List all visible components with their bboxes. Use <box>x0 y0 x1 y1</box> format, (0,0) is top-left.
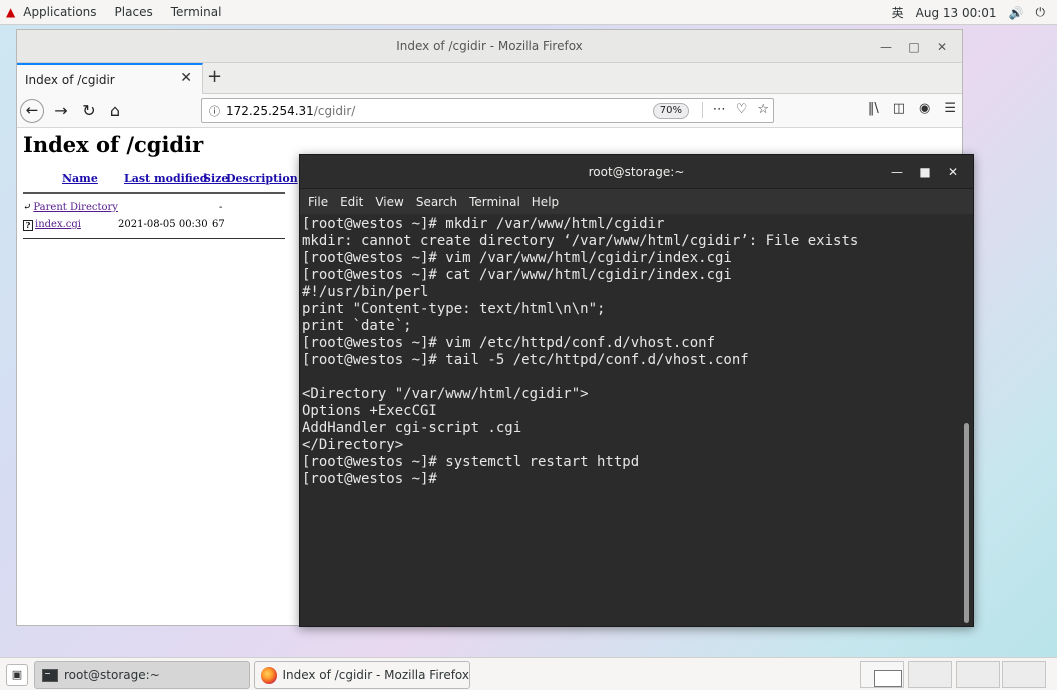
terminal-window-title: root@storage:~ <box>588 164 685 179</box>
terminal-icon <box>42 668 58 682</box>
unknown-file-icon: ? <box>23 220 33 231</box>
library-icon[interactable]: ‖\ <box>868 101 879 116</box>
close-button[interactable]: ✕ <box>939 165 967 179</box>
terminal-menubar: File Edit View Search Terminal Help <box>300 189 973 214</box>
account-icon[interactable]: ◉ <box>919 101 930 116</box>
gnome-top-bar: ▲ Applications Places Terminal 英 Aug 13 … <box>0 0 1057 25</box>
terminal-line: mkdir: cannot create directory ‘/var/www… <box>302 233 859 249</box>
taskbar-terminal-label: root@storage:~ <box>64 668 160 682</box>
bookmark-star-icon[interactable]: ☆ <box>757 102 769 118</box>
taskbar-terminal-button[interactable]: root@storage:~ <box>34 661 250 689</box>
places-menu[interactable]: Places <box>109 5 159 19</box>
index-cgi-link[interactable]: index.cgi <box>35 219 81 230</box>
workspace-2[interactable] <box>908 661 952 688</box>
terminal-line: </Directory> <box>302 437 404 453</box>
table-rule-bottom <box>23 238 285 239</box>
bottom-taskbar: ▣ root@storage:~ Index of /cgidir - Mozi… <box>0 657 1057 690</box>
menu-view[interactable]: View <box>375 195 403 209</box>
minimize-button[interactable]: — <box>872 40 900 54</box>
back-folder-icon: ⤶ <box>23 202 32 213</box>
menu-terminal[interactable]: Terminal <box>469 195 520 209</box>
clock[interactable]: Aug 13 00:01 <box>916 6 997 20</box>
terminal-line: AddHandler cgi-script .cgi <box>302 420 522 436</box>
terminal-titlebar[interactable]: root@storage:~ — ■ ✕ <box>300 155 973 189</box>
terminal-line: [root@westos ~]# systemctl restart httpd <box>302 454 640 470</box>
new-tab-button[interactable]: + <box>207 66 222 87</box>
terminal-output[interactable]: [root@westos ~]# mkdir /var/www/html/cgi… <box>300 215 961 626</box>
terminal-line: [root@westos ~]# cat /var/www/html/cgidi… <box>302 267 732 283</box>
redhat-icon: ▲ <box>6 5 16 19</box>
firefox-icon <box>261 666 278 684</box>
terminal-window: root@storage:~ — ■ ✕ File Edit View Sear… <box>299 154 974 627</box>
terminal-line: [root@westos ~]# mkdir /var/www/html/cgi… <box>302 216 665 232</box>
menu-file[interactable]: File <box>308 195 328 209</box>
table-rule-top <box>23 192 285 194</box>
tab-title: Index of /cgidir <box>25 72 115 87</box>
page-actions-icon[interactable]: ⋯ <box>713 102 726 118</box>
tab-bar: Index of /cgidir ✕ + <box>17 63 962 94</box>
terminal-app-menu[interactable]: Terminal <box>165 5 228 19</box>
back-button[interactable]: ← <box>20 99 44 123</box>
taskbar-firefox-button[interactable]: Index of /cgidir - Mozilla Firefox <box>254 661 470 689</box>
workspace-3[interactable] <box>956 661 1000 688</box>
minimize-button[interactable]: — <box>883 165 911 179</box>
volume-icon[interactable]: 🔊 <box>1009 6 1024 20</box>
power-icon[interactable]: ⏻ <box>1036 5 1046 20</box>
terminal-line: [root@westos ~]# tail -5 /etc/httpd/conf… <box>302 352 749 368</box>
terminal-scrollbar[interactable] <box>964 423 969 623</box>
terminal-line: [root@westos ~]# vim /var/www/html/cgidi… <box>302 250 732 266</box>
pocket-icon[interactable]: ♡ <box>736 102 748 118</box>
applications-menu[interactable]: Applications <box>17 5 102 19</box>
page-title: Index of /cgidir <box>23 132 204 157</box>
url-bar[interactable]: ⓘ 172.25.254.31/cgidir/ 70% ⋯ ♡ ☆ <box>201 98 774 123</box>
column-size[interactable]: Size <box>203 172 228 185</box>
column-name[interactable]: Name <box>62 172 98 185</box>
terminal-line: print `date`; <box>302 318 412 334</box>
parent-directory-link[interactable]: Parent Directory <box>33 202 118 213</box>
terminal-line: <Directory "/var/www/html/cgidir"> <box>302 386 589 402</box>
terminal-line: #!/usr/bin/perl <box>302 284 429 300</box>
show-desktop-button[interactable]: ▣ <box>6 664 28 686</box>
reload-button[interactable]: ↻ <box>79 99 99 123</box>
size-cell: 67 <box>212 219 225 230</box>
navigation-toolbar: ← → ↻ ⌂ ⓘ 172.25.254.31/cgidir/ 70% ⋯ ♡ … <box>17 94 962 128</box>
terminal-line: print "Content-type: text/html\n\n"; <box>302 301 606 317</box>
column-description[interactable]: Description <box>226 172 298 185</box>
terminal-line: [root@westos ~]# vim /etc/httpd/conf.d/v… <box>302 335 716 351</box>
home-button[interactable]: ⌂ <box>105 99 125 123</box>
column-last-modified[interactable]: Last modified <box>124 172 208 185</box>
menu-search[interactable]: Search <box>416 195 457 209</box>
workspace-1[interactable] <box>860 661 904 688</box>
terminal-line: [root@westos ~]# <box>302 471 437 487</box>
input-method-indicator[interactable]: 英 <box>892 4 904 21</box>
modified-cell: 2021-08-05 00:30 <box>118 219 208 230</box>
maximize-button[interactable]: ■ <box>911 165 939 179</box>
site-info-icon[interactable]: ⓘ <box>209 103 220 119</box>
menu-edit[interactable]: Edit <box>340 195 363 209</box>
menu-icon[interactable]: ☰ <box>944 101 956 116</box>
menu-help[interactable]: Help <box>532 195 559 209</box>
firefox-window-title: Index of /cgidir - Mozilla Firefox <box>396 39 583 53</box>
url-path: /cgidir/ <box>313 103 356 118</box>
tab-close-icon[interactable]: ✕ <box>180 70 192 86</box>
taskbar-firefox-label: Index of /cgidir - Mozilla Firefox <box>282 668 469 682</box>
url-host: 172.25.254.31 <box>226 103 314 118</box>
close-button[interactable]: ✕ <box>928 40 956 54</box>
firefox-titlebar[interactable]: Index of /cgidir - Mozilla Firefox — □ ✕ <box>17 30 962 63</box>
zoom-level-badge[interactable]: 70% <box>652 103 689 119</box>
url-separator <box>701 102 703 118</box>
tab-index-cgidir[interactable]: Index of /cgidir ✕ <box>17 63 203 94</box>
workspace-4[interactable] <box>1002 661 1046 688</box>
size-cell: - <box>219 202 223 213</box>
forward-button[interactable]: → <box>51 99 71 123</box>
terminal-line: Options +ExecCGI <box>302 403 437 419</box>
sidebar-icon[interactable]: ◫ <box>893 101 905 116</box>
maximize-button[interactable]: □ <box>900 40 928 54</box>
